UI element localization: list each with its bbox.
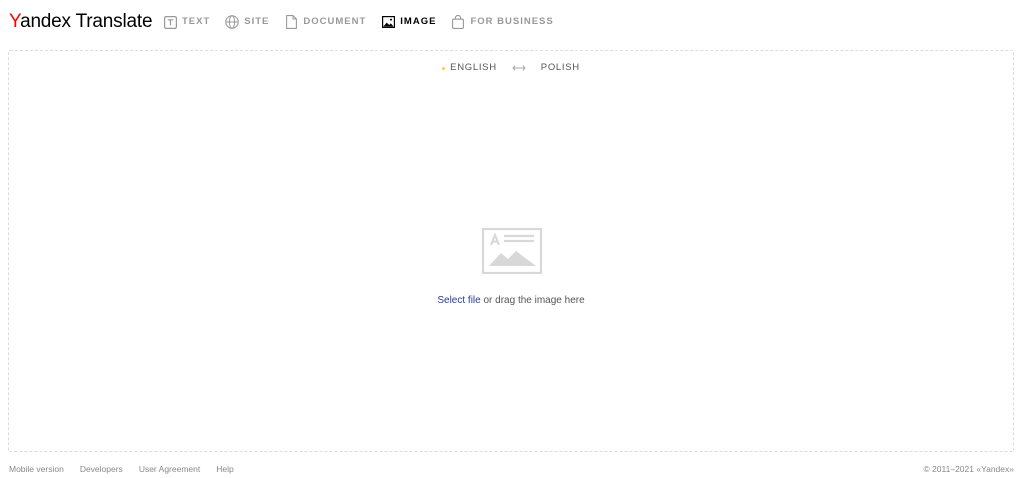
language-bar: ENGLISH POLISH <box>9 62 1013 74</box>
nav-image-label: IMAGE <box>400 16 437 27</box>
globe-icon <box>225 14 240 30</box>
image-placeholder-icon <box>481 227 543 275</box>
bag-icon <box>451 14 465 30</box>
nav-business-label: FOR BUSINESS <box>470 16 554 27</box>
select-file-link[interactable]: Select file <box>437 295 480 306</box>
nav-text-label: TEXT <box>182 16 211 27</box>
swap-arrows-icon <box>512 59 526 77</box>
logo-first-letter: Y <box>9 11 21 32</box>
drag-hint-text: or drag the image here <box>480 295 585 306</box>
footer: Mobile version Developers User Agreement… <box>0 460 1024 478</box>
source-language[interactable]: ENGLISH <box>442 62 497 74</box>
logo-product: Translate <box>75 11 153 32</box>
image-dropzone[interactable]: ENGLISH POLISH Select file or drag the i… <box>8 50 1014 452</box>
nav-business[interactable]: FOR BUSINESS <box>451 14 553 30</box>
selected-dot <box>442 66 446 70</box>
nav-document-label: DOCUMENT <box>303 16 367 27</box>
nav-text[interactable]: TEXT <box>163 14 210 30</box>
document-icon <box>284 14 298 30</box>
footer-link-agreement[interactable]: User Agreement <box>139 464 200 474</box>
copyright[interactable]: © 2011–2021 «Yandex» <box>923 464 1014 474</box>
source-language-label: ENGLISH <box>450 62 497 73</box>
footer-link-help[interactable]: Help <box>216 464 233 474</box>
footer-links: Mobile version Developers User Agreement… <box>9 464 250 474</box>
logo[interactable]: Yandex Translate <box>9 10 153 34</box>
service-nav: TEXT SITE DOCUMENT IMAGE FOR BUSINESS <box>163 14 569 30</box>
upload-hint: Select file or drag the image here <box>9 295 1013 307</box>
footer-link-mobile[interactable]: Mobile version <box>9 464 64 474</box>
header: Yandex Translate TEXT SITE DOCUMENT IMAG… <box>0 0 1024 46</box>
text-icon <box>163 14 177 30</box>
nav-site[interactable]: SITE <box>225 14 269 30</box>
nav-document[interactable]: DOCUMENT <box>284 14 366 30</box>
image-icon <box>381 14 395 30</box>
nav-site-label: SITE <box>244 16 270 27</box>
target-language[interactable]: POLISH <box>541 62 580 74</box>
logo-brand: andex <box>20 11 71 32</box>
footer-link-developers[interactable]: Developers <box>80 464 123 474</box>
swap-languages-button[interactable] <box>512 63 526 73</box>
nav-image[interactable]: IMAGE <box>381 14 436 30</box>
target-language-label: POLISH <box>540 62 580 73</box>
